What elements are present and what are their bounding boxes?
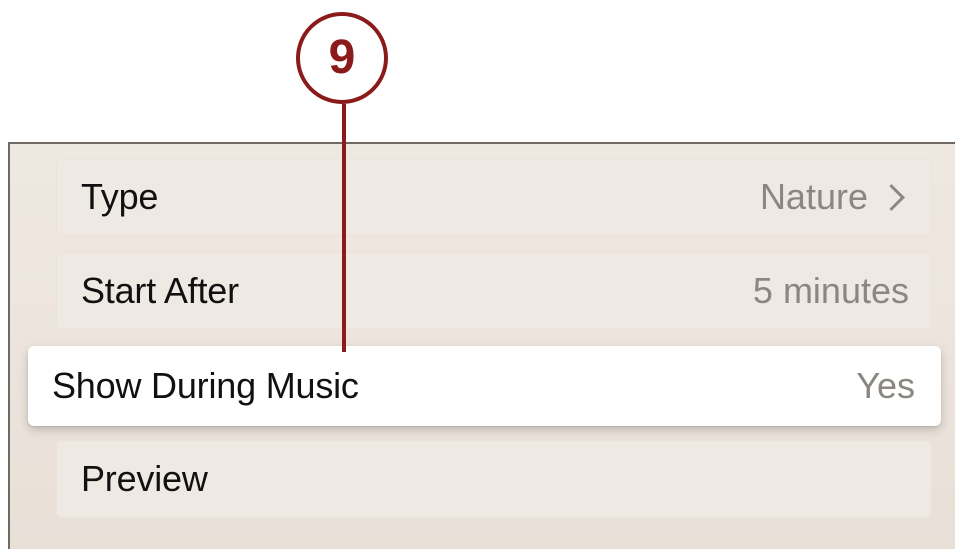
setting-row-show-during-music[interactable]: Show During Music Yes	[28, 346, 941, 426]
callout-number: 9	[328, 31, 356, 84]
setting-value-start-after: 5 minutes	[752, 270, 909, 311]
screenshot-stage: 9 Type Nature Start After 5 minutes Show…	[0, 0, 955, 549]
setting-row-type[interactable]: Type Nature	[56, 158, 932, 236]
setting-row-start-after[interactable]: Start After 5 minutes	[56, 252, 932, 330]
chevron-right-icon	[878, 183, 905, 211]
callout-badge: 9	[296, 12, 388, 104]
setting-label-start-after: Start After	[81, 270, 239, 311]
setting-value-type-text: Nature	[759, 176, 868, 217]
setting-row-preview[interactable]: Preview	[56, 440, 932, 518]
screensaver-settings-panel: Type Nature Start After 5 minutes Show D…	[8, 142, 955, 549]
callout-pointer-line	[342, 104, 346, 352]
setting-value-type: Nature	[760, 176, 909, 218]
setting-label-type: Type	[81, 176, 159, 217]
setting-label-show-during-music: Show During Music	[52, 365, 359, 406]
setting-label-preview: Preview	[81, 458, 208, 499]
setting-value-show-during-music: Yes	[856, 365, 915, 406]
